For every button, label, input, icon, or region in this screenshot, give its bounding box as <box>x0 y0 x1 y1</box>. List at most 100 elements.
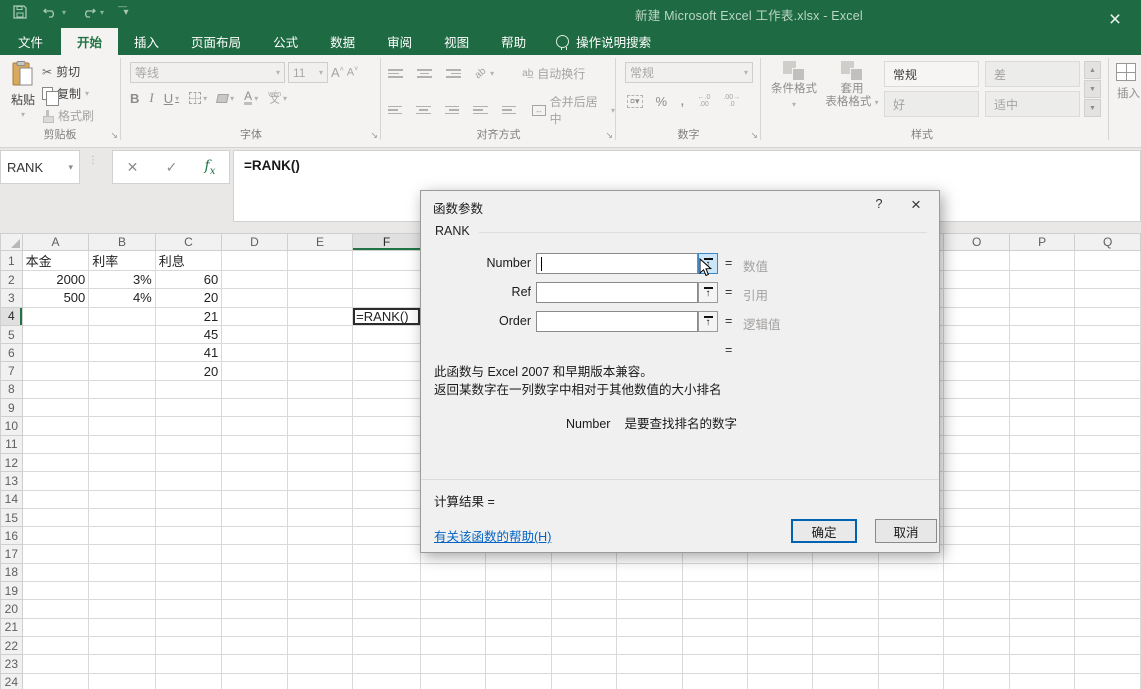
cell-E2[interactable] <box>287 271 352 289</box>
cell-H18[interactable] <box>486 563 551 581</box>
font-name-select[interactable]: 等线▾ <box>130 62 285 83</box>
cell-A19[interactable] <box>22 582 89 600</box>
cell-L24[interactable] <box>747 673 812 689</box>
cell-N23[interactable] <box>878 655 943 673</box>
cell-F19[interactable] <box>353 582 421 600</box>
cell-K21[interactable] <box>682 618 747 636</box>
cell-Q17[interactable] <box>1075 545 1141 563</box>
borders-button[interactable]: ▾ <box>189 92 207 104</box>
cell-L21[interactable] <box>747 618 812 636</box>
cell-E15[interactable] <box>287 508 352 526</box>
cell-A8[interactable] <box>22 380 89 398</box>
cell-P9[interactable] <box>1009 399 1074 417</box>
cell-B19[interactable] <box>89 582 155 600</box>
comma-style-icon[interactable]: , <box>680 92 684 110</box>
cell-M23[interactable] <box>813 655 879 673</box>
name-box[interactable]: RANK ▾ <box>0 150 80 184</box>
row-header-24[interactable]: 24 <box>1 673 23 689</box>
cancel-entry-icon[interactable]: ✕ <box>127 159 139 176</box>
tab-视图[interactable]: 视图 <box>428 28 485 55</box>
cell-E19[interactable] <box>287 582 352 600</box>
row-header-6[interactable]: 6 <box>1 344 23 362</box>
decrease-indent-icon[interactable] <box>473 106 487 115</box>
cell-E10[interactable] <box>287 417 352 435</box>
cell-G20[interactable] <box>420 600 486 618</box>
cell-G18[interactable] <box>420 563 486 581</box>
cell-B6[interactable] <box>89 344 155 362</box>
cell-C15[interactable] <box>155 508 221 526</box>
tab-审阅[interactable]: 审阅 <box>371 28 428 55</box>
cell-O24[interactable] <box>944 673 1010 689</box>
cell-A17[interactable] <box>22 545 89 563</box>
cell-C19[interactable] <box>155 582 221 600</box>
cell-B22[interactable] <box>89 636 155 654</box>
cell-O11[interactable] <box>944 435 1010 453</box>
cell-O5[interactable] <box>944 325 1010 343</box>
cell-J24[interactable] <box>617 673 682 689</box>
cell-O21[interactable] <box>944 618 1010 636</box>
cell-B9[interactable] <box>89 399 155 417</box>
cell-B12[interactable] <box>89 453 155 471</box>
ok-button[interactable]: 确定 <box>791 519 857 543</box>
cell-N24[interactable] <box>878 673 943 689</box>
cell-I23[interactable] <box>551 655 616 673</box>
cell-C11[interactable] <box>155 435 221 453</box>
cell-Q9[interactable] <box>1075 399 1141 417</box>
font-size-select[interactable]: 11▾ <box>288 62 328 83</box>
cell-F7[interactable] <box>353 362 421 380</box>
row-header-22[interactable]: 22 <box>1 636 23 654</box>
cancel-button[interactable]: 取消 <box>875 519 937 543</box>
cell-Q1[interactable] <box>1075 251 1141 271</box>
paste-dropdown-icon[interactable]: ▾ <box>21 110 25 119</box>
cell-C8[interactable] <box>155 380 221 398</box>
cell-L22[interactable] <box>747 636 812 654</box>
cell-C22[interactable] <box>155 636 221 654</box>
column-header-O[interactable]: O <box>944 234 1010 251</box>
cell-P21[interactable] <box>1009 618 1074 636</box>
align-top-icon[interactable] <box>388 69 403 78</box>
cell-C12[interactable] <box>155 453 221 471</box>
cell-I18[interactable] <box>551 563 616 581</box>
cell-K22[interactable] <box>682 636 747 654</box>
cell-C18[interactable] <box>155 563 221 581</box>
cell-M19[interactable] <box>813 582 879 600</box>
cell-F3[interactable] <box>353 289 421 307</box>
cell-C7[interactable]: 20 <box>155 362 221 380</box>
align-left-icon[interactable] <box>388 106 402 115</box>
cell-A18[interactable] <box>22 563 89 581</box>
cell-A21[interactable] <box>22 618 89 636</box>
cell-A2[interactable]: 2000 <box>22 271 89 289</box>
cell-B2[interactable]: 3% <box>89 271 155 289</box>
row-header-18[interactable]: 18 <box>1 563 23 581</box>
dialog-close-icon[interactable]: × <box>907 195 925 215</box>
select-all-corner[interactable] <box>1 234 23 251</box>
cell-D20[interactable] <box>222 600 287 618</box>
cell-E6[interactable] <box>287 344 352 362</box>
cell-L19[interactable] <box>747 582 812 600</box>
cell-C9[interactable] <box>155 399 221 417</box>
cell-Q11[interactable] <box>1075 435 1141 453</box>
row-header-13[interactable]: 13 <box>1 472 23 490</box>
cell-D15[interactable] <box>222 508 287 526</box>
orientation-button[interactable]: ab▾ <box>475 68 494 79</box>
cell-F8[interactable] <box>353 380 421 398</box>
cell-B10[interactable] <box>89 417 155 435</box>
cell-E11[interactable] <box>287 435 352 453</box>
cell-B17[interactable] <box>89 545 155 563</box>
cell-G23[interactable] <box>420 655 486 673</box>
cell-K24[interactable] <box>682 673 747 689</box>
cell-D18[interactable] <box>222 563 287 581</box>
row-header-21[interactable]: 21 <box>1 618 23 636</box>
cell-F15[interactable] <box>353 508 421 526</box>
cell-Q8[interactable] <box>1075 380 1141 398</box>
tab-插入[interactable]: 插入 <box>118 28 175 55</box>
cell-F16[interactable] <box>353 527 421 545</box>
collapse-dialog-button-Order[interactable]: ↑ <box>698 311 718 332</box>
cell-A12[interactable] <box>22 453 89 471</box>
cell-B7[interactable] <box>89 362 155 380</box>
cell-K18[interactable] <box>682 563 747 581</box>
cell-C24[interactable] <box>155 673 221 689</box>
column-header-Q[interactable]: Q <box>1075 234 1141 251</box>
column-header-C[interactable]: C <box>155 234 221 251</box>
cell-M22[interactable] <box>813 636 879 654</box>
